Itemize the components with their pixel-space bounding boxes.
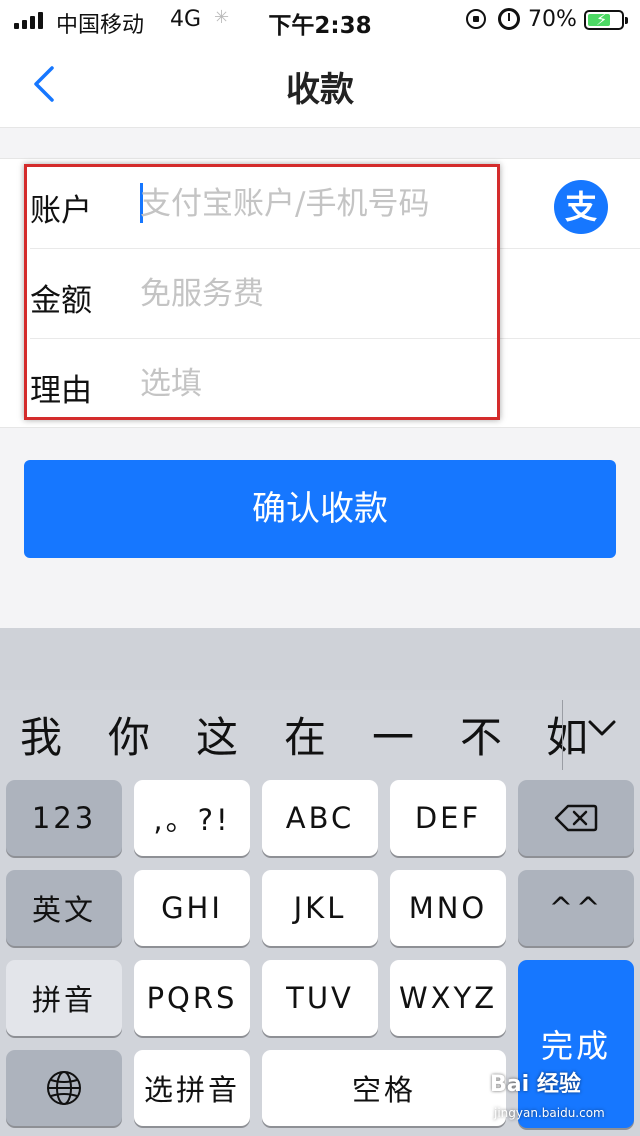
watermark-url: jingyan.baidu.com	[494, 1106, 605, 1120]
battery-icon: ⚡	[584, 10, 628, 30]
key-emoticon[interactable]: ^^	[518, 870, 634, 946]
key-jkl[interactable]: JKL	[262, 870, 378, 946]
key-numbers[interactable]: 123	[6, 780, 122, 856]
space-key[interactable]: 空格	[262, 1050, 506, 1126]
key-pinyin[interactable]: 拼音	[6, 960, 122, 1036]
key-wxyz[interactable]: WXYZ	[390, 960, 506, 1036]
key-english[interactable]: 英文	[6, 870, 122, 946]
baidu-jingyan-watermark: Bai 经验 jingyan.baidu.com	[490, 1058, 630, 1130]
alarm-icon	[498, 8, 520, 30]
key-def[interactable]: DEF	[390, 780, 506, 856]
charging-bolt-icon: ⚡	[596, 10, 608, 29]
candidate-word[interactable]: 如	[546, 704, 588, 765]
candidate-word[interactable]: 一	[372, 704, 414, 765]
key-pqrs[interactable]: PQRS	[134, 960, 250, 1036]
confirm-collect-button[interactable]: 确认收款	[24, 460, 616, 558]
candidate-bar: 我 你 这 在 一 不 如	[0, 690, 640, 780]
key-ghi[interactable]: GHI	[134, 870, 250, 946]
candidate-word[interactable]: 不	[460, 704, 502, 765]
backspace-key[interactable]	[518, 780, 634, 856]
navigation-bar: 收款	[0, 40, 640, 128]
highlight-annotation-box	[24, 164, 500, 420]
rotation-lock-icon	[466, 9, 486, 29]
key-tuv[interactable]: TUV	[262, 960, 378, 1036]
candidate-word[interactable]: 你	[108, 704, 150, 765]
candidate-word[interactable]: 在	[284, 704, 326, 765]
watermark-text: Bai 经验	[490, 1072, 581, 1097]
key-abc[interactable]: ABC	[262, 780, 378, 856]
chevron-down-icon[interactable]	[584, 714, 620, 744]
battery-percentage: 70%	[528, 7, 577, 32]
globe-icon	[47, 1071, 81, 1105]
status-bar: 中国移动 4G ✳ 下午2:38 70% ⚡	[0, 0, 640, 40]
key-select-pinyin[interactable]: 选拼音	[134, 1050, 250, 1126]
candidate-word[interactable]: 这	[196, 704, 238, 765]
candidate-word[interactable]: 我	[20, 704, 62, 765]
page-title: 收款	[286, 70, 354, 110]
globe-key[interactable]	[6, 1050, 122, 1126]
alipay-contacts-icon[interactable]: 支	[554, 180, 608, 234]
key-mno[interactable]: MNO	[390, 870, 506, 946]
key-punctuation[interactable]: ,。?!	[134, 780, 250, 856]
keyboard-top-bar	[0, 628, 640, 690]
backspace-icon	[554, 804, 598, 832]
